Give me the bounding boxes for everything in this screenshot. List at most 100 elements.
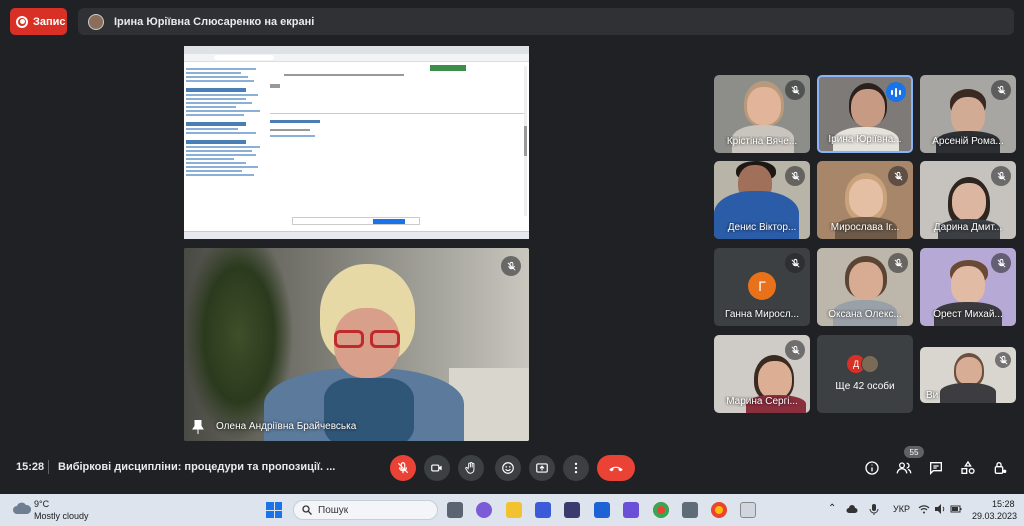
chat-button[interactable] bbox=[926, 458, 946, 478]
lock-person-icon bbox=[994, 462, 1007, 474]
participant-name: Марина Сергі... bbox=[726, 396, 798, 407]
reactions-button[interactable] bbox=[495, 455, 521, 481]
more-vert-icon bbox=[574, 462, 578, 474]
store-icon[interactable] bbox=[535, 502, 551, 518]
more-options-button[interactable] bbox=[563, 455, 589, 481]
info-icon bbox=[865, 461, 879, 475]
wifi-icon[interactable] bbox=[918, 503, 930, 515]
participant-avatar: Г bbox=[748, 272, 776, 300]
participant-name: Мирослава Іг... bbox=[830, 222, 900, 233]
hand-icon bbox=[465, 461, 475, 474]
mic-off-icon bbox=[888, 166, 908, 186]
mic-off-icon bbox=[785, 80, 805, 100]
pin-icon[interactable] bbox=[192, 420, 204, 434]
leave-call-button[interactable] bbox=[597, 455, 635, 481]
camera-toggle-button[interactable] bbox=[424, 455, 450, 481]
shared-taskbar bbox=[184, 231, 529, 239]
mic-off-icon bbox=[785, 166, 805, 186]
chevron-up-icon[interactable]: ⌃ bbox=[828, 503, 836, 514]
participant-name: Ганна Миросл... bbox=[724, 309, 799, 320]
emoji-icon bbox=[502, 462, 514, 474]
mic-off-icon bbox=[995, 352, 1011, 368]
host-controls-button[interactable] bbox=[990, 458, 1010, 478]
shared-screen[interactable] bbox=[184, 46, 529, 239]
participant-tile[interactable]: Арсеній Рома... bbox=[920, 75, 1016, 153]
chrome-icon[interactable] bbox=[653, 502, 669, 518]
clock-time[interactable]: 15:28 bbox=[992, 499, 1015, 509]
mic-off-icon bbox=[991, 80, 1011, 100]
present-button[interactable] bbox=[529, 455, 555, 481]
mic-off-icon bbox=[397, 462, 409, 474]
presenting-banner: Ірина Юріївна Слюсаренко на екрані bbox=[78, 8, 1014, 35]
cloud-icon[interactable] bbox=[846, 503, 858, 515]
taskbar-search[interactable]: Пошук bbox=[293, 500, 438, 520]
search-icon bbox=[302, 505, 312, 515]
file-explorer-icon[interactable] bbox=[506, 502, 522, 518]
participant-tile[interactable]: Марина Сергі... bbox=[714, 335, 810, 413]
app-icon[interactable] bbox=[740, 502, 756, 518]
participant-name: Крістіна Вяче... bbox=[726, 136, 798, 147]
weather-description: Mostly cloudy bbox=[34, 511, 89, 521]
windows-taskbar: 9°C Mostly cloudy Пошук ⌃ УКР 15:28 29.0… bbox=[0, 494, 1024, 526]
activities-button[interactable] bbox=[958, 458, 978, 478]
participant-tile[interactable]: Оксана Олекс... bbox=[817, 248, 913, 326]
mic-off-icon bbox=[991, 253, 1011, 273]
participant-tile[interactable]: Орест Михай... bbox=[920, 248, 1016, 326]
participant-avatar bbox=[861, 355, 879, 373]
participant-tile[interactable]: Денис Віктор... bbox=[714, 161, 810, 239]
people-button[interactable] bbox=[894, 458, 914, 478]
more-participants-label: Ще 42 особи bbox=[835, 381, 895, 392]
participant-tile[interactable]: Ірина Юріївна... bbox=[817, 75, 913, 153]
meeting-title: Вибіркові дисципліни: процедури та пропо… bbox=[58, 461, 336, 473]
presenting-text: Ірина Юріївна Слюсаренко на екрані bbox=[114, 15, 315, 28]
mic-toggle-button[interactable] bbox=[390, 455, 416, 481]
todo-icon[interactable] bbox=[594, 502, 610, 518]
app-icon[interactable] bbox=[682, 502, 698, 518]
participant-tile[interactable]: Мирослава Іг... bbox=[817, 161, 913, 239]
participant-name: Арсеній Рома... bbox=[932, 136, 1004, 147]
microphone-icon[interactable] bbox=[868, 503, 880, 515]
self-tile[interactable]: Ви bbox=[920, 347, 1016, 403]
cloud-icon bbox=[13, 502, 32, 514]
more-participants-tile[interactable]: Д Ще 42 особи bbox=[817, 335, 913, 413]
search-placeholder: Пошук bbox=[318, 504, 349, 516]
mic-off-icon bbox=[785, 340, 805, 360]
participant-tile[interactable]: Г Ганна Миросл... bbox=[714, 248, 810, 326]
language-indicator[interactable]: УКР bbox=[893, 504, 910, 514]
raise-hand-button[interactable] bbox=[458, 455, 484, 481]
chat-icon bbox=[930, 462, 942, 475]
app-icon[interactable] bbox=[564, 502, 580, 518]
participant-tile[interactable]: Крістіна Вяче... bbox=[714, 75, 810, 153]
presenter-avatar bbox=[88, 13, 104, 30]
divider bbox=[48, 460, 49, 474]
task-view-icon[interactable] bbox=[447, 502, 463, 518]
shared-cookie-banner bbox=[292, 217, 420, 225]
participant-count-badge: 55 bbox=[904, 446, 924, 458]
browser-tab-strip bbox=[184, 46, 529, 54]
shapes-icon bbox=[961, 460, 975, 474]
volume-icon[interactable] bbox=[934, 503, 946, 515]
mic-off-icon bbox=[888, 253, 908, 273]
present-screen-icon bbox=[536, 463, 548, 473]
windows-start-icon[interactable] bbox=[266, 502, 282, 518]
app-icon[interactable] bbox=[623, 502, 639, 518]
record-button[interactable]: Запис bbox=[10, 8, 67, 35]
battery-icon[interactable] bbox=[950, 503, 962, 515]
meeting-info-button[interactable] bbox=[862, 458, 882, 478]
participant-name: Орест Михай... bbox=[933, 309, 1003, 320]
record-icon bbox=[16, 15, 28, 28]
shared-sidebar-content bbox=[186, 66, 268, 230]
hang-up-icon bbox=[609, 466, 623, 472]
presenter-video-tile[interactable]: Олена Андріївна Брайчевська bbox=[184, 248, 529, 441]
people-icon bbox=[896, 462, 912, 474]
weather-temperature: 9°C bbox=[34, 499, 50, 509]
participant-name: Оксана Олекс... bbox=[828, 309, 902, 320]
clock-date[interactable]: 29.03.2023 bbox=[972, 511, 1017, 521]
teams-chat-icon[interactable] bbox=[476, 502, 492, 518]
mic-off-icon bbox=[991, 166, 1011, 186]
participant-name: Денис Віктор... bbox=[727, 222, 797, 233]
chrome-icon[interactable] bbox=[711, 502, 727, 518]
record-label: Запис bbox=[33, 15, 66, 28]
participant-tile[interactable]: Дарина Дмит... bbox=[920, 161, 1016, 239]
participant-name: Ірина Юріївна... bbox=[828, 134, 902, 145]
